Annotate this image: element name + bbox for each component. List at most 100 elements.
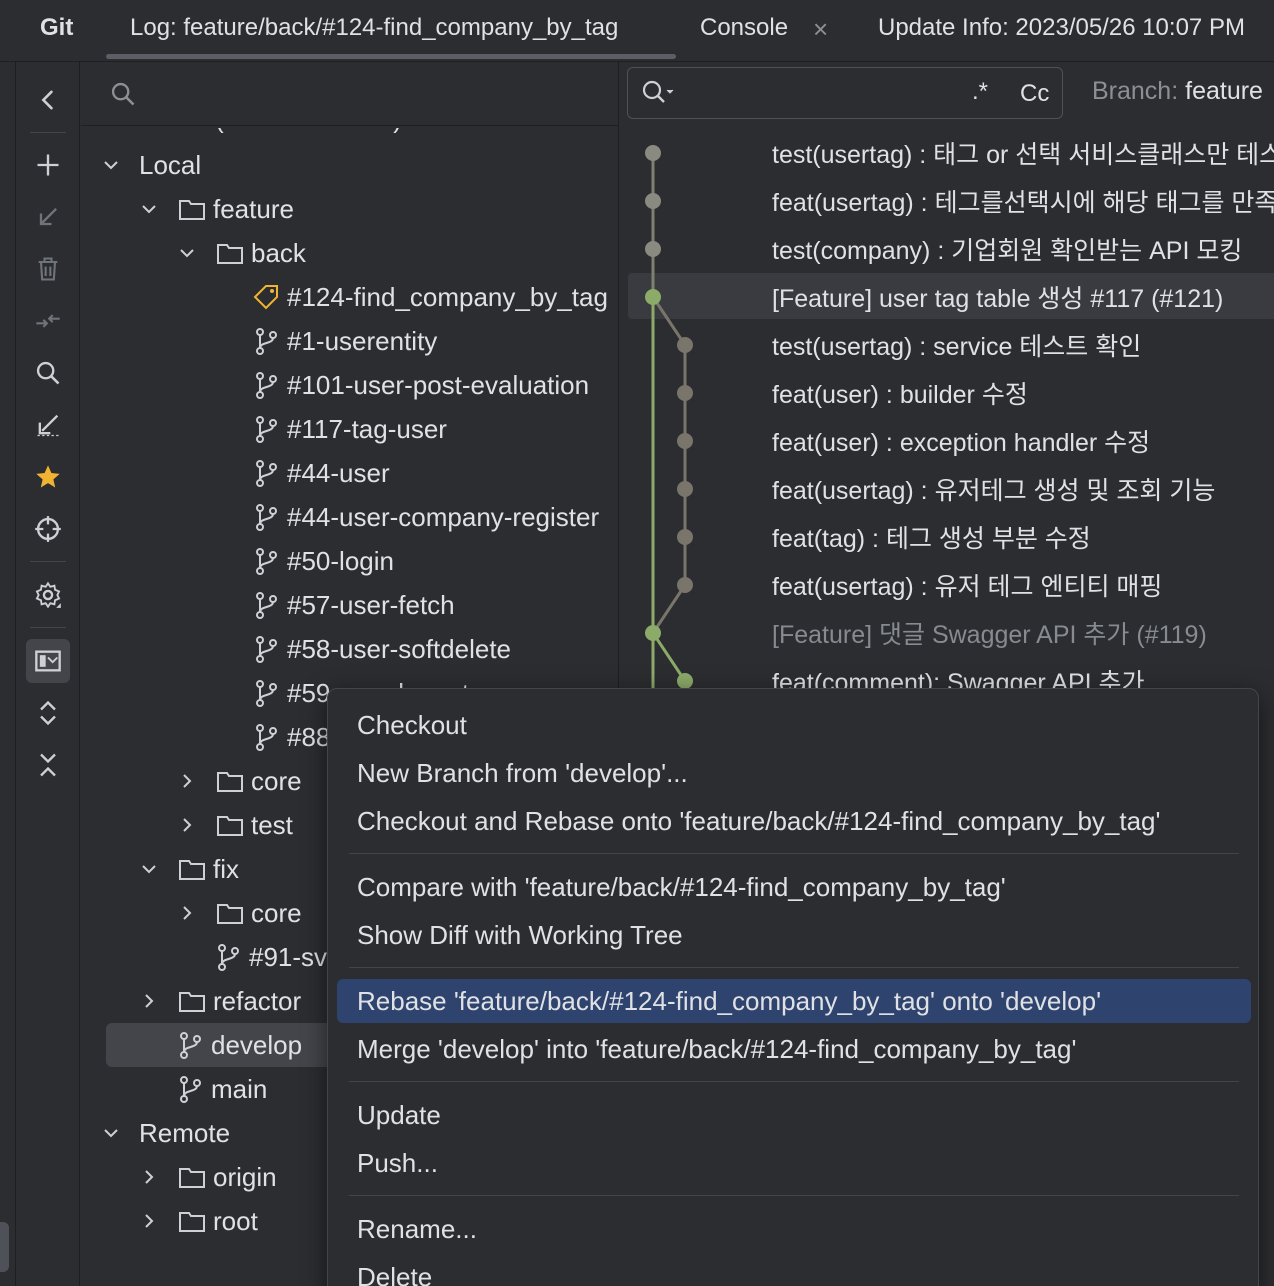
tree-branch[interactable]: #44-user-company-register [251,495,599,539]
chevron-left-icon[interactable] [26,78,70,122]
star-icon[interactable] [26,455,70,499]
merge-arrows-icon[interactable] [26,299,70,343]
tree-folder-root[interactable]: root [139,1199,258,1243]
commit-row[interactable]: feat(user) : builder 수정 [628,369,1274,415]
tree-node-remote[interactable]: Remote [101,1111,230,1155]
branches-toolbar [16,62,80,1286]
menu-item-label: Checkout [357,709,467,740]
tree-folder-fix[interactable]: fix [139,847,239,891]
tree-branch[interactable]: #58-user-softdelete [251,627,511,671]
tree-branch[interactable]: #91-sv [213,935,327,979]
chevron-right-icon[interactable] [139,1211,159,1231]
folder-label: refactor [213,985,302,1016]
tab-update-info[interactable]: Update Info: 2023/05/26 10:07 PM [878,14,1245,42]
tree-folder-test[interactable]: test [177,803,293,847]
plus-icon[interactable] [26,143,70,187]
regex-toggle[interactable]: .* [972,78,988,106]
branch-label: main [211,1073,268,1104]
chevron-right-icon[interactable] [177,771,197,791]
chevron-right-icon[interactable] [139,1167,159,1187]
menu-item-update[interactable]: Update [337,1093,1251,1137]
tab-log[interactable]: Log: feature/back/#124-find_company_by_t… [130,14,618,42]
menu-item-label: Merge 'develop' into 'feature/back/#124-… [357,1033,1077,1064]
branch-label: #101-user-post-evaluation [287,369,590,400]
arrow-in-icon[interactable] [26,403,70,447]
tree-folder-back[interactable]: back [177,231,306,275]
tree-branch[interactable]: #1-userentity [251,319,437,363]
collapse-icon[interactable] [26,743,70,787]
tree-branch-current[interactable]: #124-find_company_by_tag [251,275,608,319]
folder-icon [215,766,245,796]
tab-console[interactable]: Console [700,14,788,42]
toolbar-separator [30,627,66,628]
close-icon[interactable]: × [813,14,828,45]
commit-row[interactable]: [Feature] 댓글 Swagger API 추가 (#119) [628,609,1274,655]
expand-icon[interactable] [26,691,70,735]
branch-filter[interactable]: Branch: feature [1092,77,1263,106]
edge-handle[interactable] [0,1222,9,1272]
branch-label: #44-user-company-register [287,501,600,532]
tree-branch[interactable]: #50-login [251,539,394,583]
commit-row[interactable]: feat(user) : exception handler 수정 [628,417,1274,463]
commit-row-selected[interactable]: [Feature] user tag table 생성 #117 (#121) [628,273,1274,319]
tree-branch[interactable]: #88 [251,715,330,759]
folder-icon [177,854,207,884]
commit-message: feat(user) : builder 수정 [772,381,1028,409]
commit-row[interactable]: test(usertag) : service 테스트 확인 [628,321,1274,367]
tree-folder-origin[interactable]: origin [139,1155,277,1199]
commit-row[interactable]: feat(usertag) : 테그를선택시에 해당 태그를 만족 [628,177,1274,223]
chevron-down-icon[interactable] [101,1123,121,1143]
menu-item-merge[interactable]: Merge 'develop' into 'feature/back/#124-… [337,1027,1251,1071]
chevron-down-icon[interactable] [139,199,159,219]
menu-item-label: Update [357,1099,441,1130]
tree-branch-main[interactable]: main [175,1067,267,1111]
tree-branch[interactable]: #117-tag-user [251,407,447,451]
gear-icon[interactable] [26,573,70,617]
menu-item-checkout[interactable]: Checkout [337,703,1251,747]
toolbar-separator [30,561,66,562]
search-icon[interactable] [26,351,70,395]
folder-label: back [251,237,306,268]
menu-item-checkout-and-rebase[interactable]: Checkout and Rebase onto 'feature/back/#… [337,799,1251,843]
tree-branch[interactable]: #44-user [251,451,390,495]
branch-search-field[interactable] [81,62,618,126]
tree-folder-refactor[interactable]: refactor [139,979,301,1023]
tree-folder-core[interactable]: core [177,759,302,803]
branch-icon [175,1030,205,1060]
menu-item-delete[interactable]: Delete [337,1255,1251,1286]
commit-row[interactable]: feat(usertag) : 유저테그 생성 및 조회 기능 [628,465,1274,511]
search-history-icon[interactable] [640,78,676,108]
tree-branch[interactable]: #57-user-fetch [251,583,455,627]
tag-icon [251,282,281,312]
commit-row[interactable]: test(usertag) : 태그 or 선택 서비스클래스만 테스 [628,129,1274,175]
chevron-down-icon[interactable] [177,243,197,263]
arrow-down-left-icon[interactable] [26,195,70,239]
tree-branch[interactable]: #101-user-post-evaluation [251,363,589,407]
menu-item-rebase[interactable]: Rebase 'feature/back/#124-find_company_b… [337,979,1251,1023]
menu-item-label: New Branch from 'develop'... [357,757,688,788]
commit-message: test(usertag) : service 테스트 확인 [772,333,1142,361]
tree-node-local[interactable]: Local [101,143,201,187]
trash-icon[interactable] [26,247,70,291]
chevron-down-icon[interactable] [101,155,121,175]
menu-item-rename[interactable]: Rename... [337,1207,1251,1251]
chevron-down-icon[interactable] [139,859,159,879]
menu-item-new-branch[interactable]: New Branch from 'develop'... [337,751,1251,795]
menu-item-push[interactable]: Push... [337,1141,1251,1185]
commit-row[interactable]: feat(tag) : 테그 생성 부분 수정 [628,513,1274,559]
panel-icon[interactable] [26,639,70,683]
folder-icon [215,810,245,840]
chevron-right-icon[interactable] [177,903,197,923]
tree-folder-feature[interactable]: feature [139,187,294,231]
chevron-right-icon[interactable] [139,991,159,1011]
tree-folder-fix-core[interactable]: core [177,891,302,935]
menu-item-compare[interactable]: Compare with 'feature/back/#124-find_com… [337,865,1251,909]
chevron-right-icon[interactable] [177,815,197,835]
commit-row[interactable]: test(company) : 기업회원 확인받는 API 모킹 [628,225,1274,271]
commit-row[interactable]: feat(usertag) : 유저 테그 엔티티 매핑 [628,561,1274,607]
menu-item-show-diff[interactable]: Show Diff with Working Tree [337,913,1251,957]
branch-icon [251,326,281,356]
crosshair-icon[interactable] [26,507,70,551]
match-case-toggle[interactable]: Cc [1020,80,1049,108]
log-search-field[interactable]: .* Cc [627,67,1063,119]
